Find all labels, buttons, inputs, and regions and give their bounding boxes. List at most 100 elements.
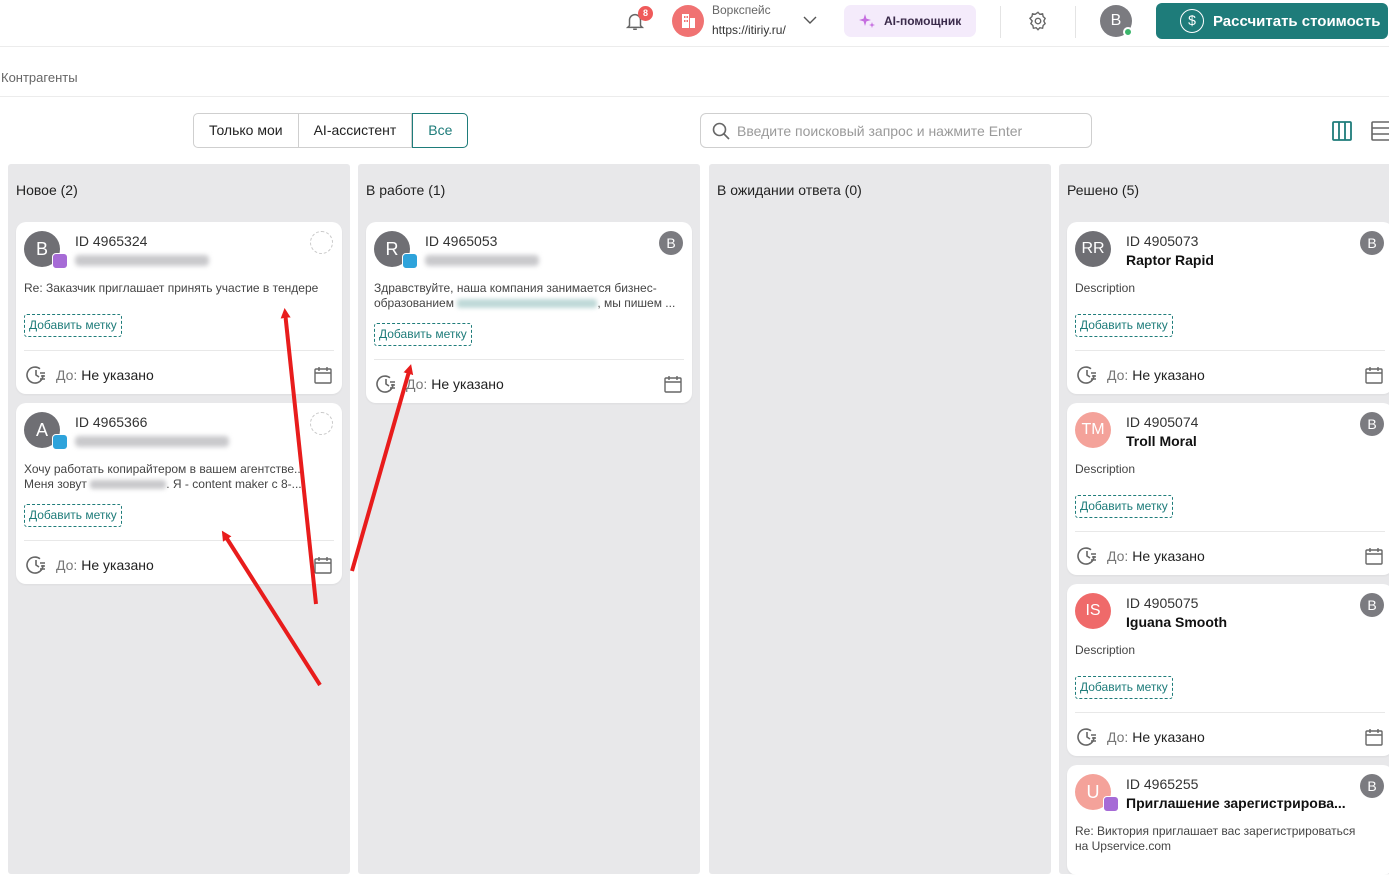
divider (374, 359, 684, 360)
due-date: До: Не указано (1107, 367, 1205, 383)
card-id: ID 4905074 (1126, 414, 1199, 430)
responsible-avatar[interactable]: B (1360, 593, 1384, 617)
column-new: Новое (2) B ID 4965324 Re: Заказчик приг… (8, 164, 350, 874)
card-title: Приглашение зарегистрирова... (1126, 795, 1346, 811)
calendar-icon[interactable] (1364, 546, 1384, 566)
calculate-cost-button[interactable]: $ Рассчитать стоимость (1156, 3, 1388, 39)
clock-icon (1077, 366, 1096, 384)
telegram-source-icon (402, 253, 418, 269)
card-description: Description (1075, 281, 1136, 295)
ai-assistant-button[interactable]: AI-помощник (844, 5, 976, 37)
deal-card[interactable]: IS ID 4905075 Iguana Smooth B Descriptio… (1067, 584, 1389, 756)
calendar-icon[interactable] (313, 365, 333, 385)
redacted-link (457, 299, 598, 309)
due-label: До: (1107, 729, 1129, 745)
sparkle-icon (859, 14, 875, 28)
calendar-icon[interactable] (663, 374, 683, 394)
divider (1075, 350, 1385, 351)
deal-card[interactable]: R ID 4965053 B Здравствуйте, наша компан… (366, 222, 692, 403)
card-description: Description (1075, 643, 1136, 657)
deal-card[interactable]: B ID 4965324 Re: Заказчик приглашает при… (16, 222, 342, 394)
due-date: До: Не указано (1107, 729, 1205, 745)
filter-ai-assistant[interactable]: AI-ассистент (298, 114, 413, 147)
divider (1075, 6, 1076, 38)
add-tag-button[interactable]: Добавить метку (1075, 495, 1173, 518)
card-description: Description (1075, 462, 1136, 476)
assign-responsible-button[interactable] (310, 412, 333, 435)
card-id: ID 4965324 (75, 233, 148, 249)
deal-card[interactable]: A ID 4965366 Хочу работать копирайтером … (16, 403, 342, 584)
card-description: Re: Заказчик приглашает принять участие … (24, 281, 319, 295)
add-tag-button[interactable]: Добавить метку (1075, 314, 1173, 337)
calendar-icon[interactable] (313, 555, 333, 575)
divider (0, 96, 1389, 97)
deal-card[interactable]: TM ID 4905074 Troll Moral B Description … (1067, 403, 1389, 575)
due-date: До: Не указано (406, 376, 504, 392)
card-description: Хочу работать копирайтером в вашем агент… (24, 462, 336, 492)
email-source-icon (1103, 796, 1119, 812)
chevron-down-icon[interactable] (802, 12, 818, 28)
ai-assistant-label: AI-помощник (884, 14, 962, 28)
due-value: Не указано (431, 376, 504, 392)
card-id: ID 4905075 (1126, 595, 1199, 611)
assign-responsible-button[interactable] (310, 231, 333, 254)
add-tag-button[interactable]: Добавить метку (24, 504, 122, 527)
contact-avatar: IS (1075, 593, 1111, 629)
responsible-avatar[interactable]: B (1360, 412, 1384, 436)
card-description: Re: Виктория приглашает вас зарегистриро… (1075, 824, 1387, 854)
divider (1075, 712, 1385, 713)
due-date: До: Не указано (1107, 548, 1205, 564)
responsible-avatar[interactable]: B (1360, 774, 1384, 798)
divider (1000, 6, 1001, 38)
card-description: Здравствуйте, наша компания занимается б… (374, 281, 686, 311)
list-view-icon[interactable] (1370, 120, 1389, 142)
search-icon (712, 122, 730, 140)
deal-card[interactable]: U ID 4965255 Приглашение зарегистрирова.… (1067, 765, 1389, 875)
due-label: До: (56, 557, 78, 573)
add-tag-button[interactable]: Добавить метку (1075, 676, 1173, 699)
contact-avatar: RR (1075, 231, 1111, 267)
add-tag-button[interactable]: Добавить метку (24, 314, 122, 337)
clock-icon (376, 375, 395, 393)
redacted-name (425, 255, 539, 266)
column-waiting-reply: В ожидании ответа (0) (709, 164, 1051, 874)
divider (24, 350, 334, 351)
due-label: До: (1107, 548, 1129, 564)
deal-card[interactable]: RR ID 4905073 Raptor Rapid B Description… (1067, 222, 1389, 394)
responsible-avatar[interactable]: B (1360, 231, 1384, 255)
calendar-icon[interactable] (1364, 727, 1384, 747)
card-id: ID 4905073 (1126, 233, 1199, 249)
due-label: До: (56, 367, 78, 383)
divider (24, 540, 334, 541)
column-title: В работе (1) (366, 182, 446, 198)
redacted-text (90, 480, 167, 490)
notification-badge: 8 (638, 6, 653, 21)
description-text: образованием (374, 296, 454, 310)
card-title: Iguana Smooth (1126, 614, 1228, 630)
description-text: . Я - content maker с 8-... (166, 477, 302, 491)
card-title: Troll Moral (1126, 433, 1197, 449)
email-source-icon (52, 253, 68, 269)
description-text: , мы пишем ... (597, 296, 676, 310)
clock-icon (1077, 547, 1096, 565)
card-id: ID 4965053 (425, 233, 498, 249)
filter-tabs: Только мои AI-ассистент Все (193, 113, 469, 148)
breadcrumb[interactable]: Контрагенты (1, 70, 78, 85)
card-id: ID 4965366 (75, 414, 148, 430)
kanban-view-icon[interactable] (1331, 120, 1353, 142)
card-title: Raptor Rapid (1126, 252, 1214, 268)
workspace-icon[interactable] (672, 5, 704, 37)
due-value: Не указано (81, 557, 154, 573)
filter-only-mine[interactable]: Только мои (194, 114, 299, 147)
due-value: Не указано (1132, 548, 1205, 564)
responsible-avatar[interactable]: B (659, 231, 683, 255)
calendar-icon[interactable] (1364, 365, 1384, 385)
description-text: Меня зовут (24, 477, 87, 491)
column-title: Решено (5) (1067, 182, 1140, 198)
gear-icon[interactable] (1027, 10, 1049, 32)
workspace-url[interactable]: https://itiriy.ru/ (712, 23, 786, 37)
add-tag-button[interactable]: Добавить метку (374, 323, 472, 346)
search-input[interactable] (737, 122, 1077, 139)
filter-all[interactable]: Все (412, 113, 469, 148)
column-in-progress: В работе (1) R ID 4965053 B Здравствуйте… (358, 164, 700, 874)
